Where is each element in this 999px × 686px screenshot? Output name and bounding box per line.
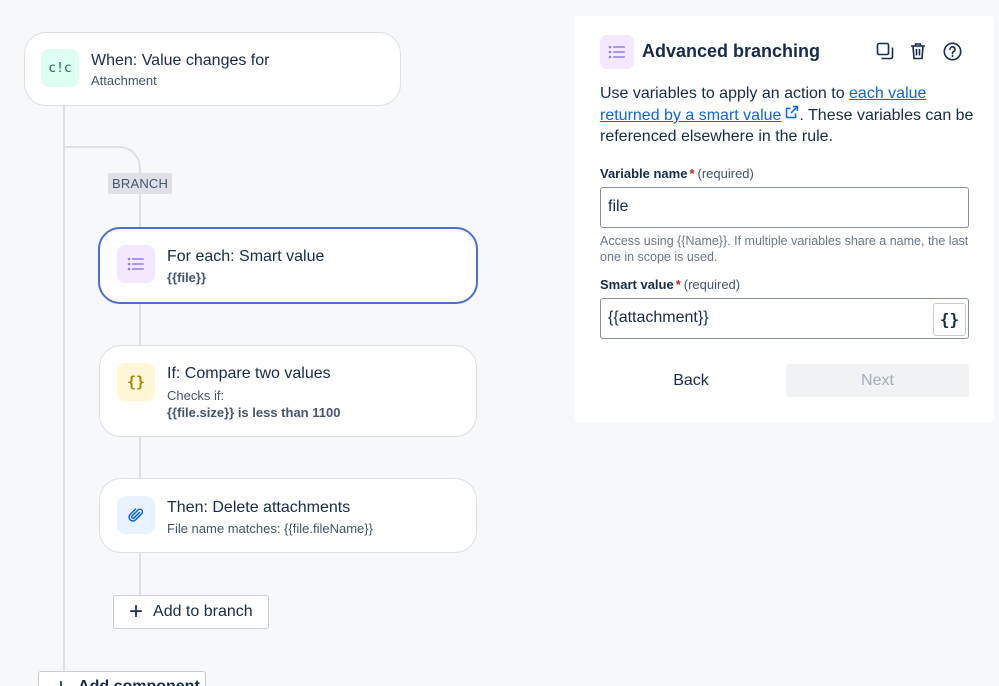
trigger-subtitle: Attachment: [91, 73, 157, 88]
smart-value-label: Smart value * (required): [600, 277, 740, 292]
advanced-branching-panel: Advanced branching Use variables to appl…: [575, 16, 994, 422]
action-subtitle: File name matches: {{file.fileName}}: [167, 521, 373, 536]
variable-name-label-text: Variable name: [600, 166, 688, 181]
condition-card[interactable]: {} If: Compare two values Checks if: {{f…: [99, 345, 477, 437]
required-asterisk: *: [689, 166, 695, 181]
desc-text-before: Use variables to apply an action to: [600, 85, 850, 102]
trigger-card[interactable]: c!c When: Value changes for Attachment: [24, 32, 401, 106]
trigger-title: When: Value changes for: [91, 52, 270, 69]
for-each-card[interactable]: For each: Smart value {{file}}: [98, 227, 478, 304]
curly-braces-icon: {}: [117, 363, 155, 401]
for-each-title: For each: Smart value: [167, 248, 325, 265]
branch-label: BRANCH: [108, 173, 173, 194]
add-component-button[interactable]: + Add component: [38, 671, 206, 686]
required-asterisk: *: [675, 277, 681, 292]
action-title: Then: Delete attachments: [167, 499, 351, 516]
smart-value-field[interactable]: {{attachment}}: [600, 298, 969, 339]
condition-title: If: Compare two values: [167, 365, 331, 382]
required-text: (required): [697, 166, 754, 181]
list-icon: [600, 35, 634, 69]
external-link-icon[interactable]: [785, 104, 799, 125]
add-component-label: Add component: [78, 678, 200, 686]
paperclip-icon: [117, 496, 155, 534]
main-connector-line: [63, 105, 65, 686]
panel-title: Advanced branching: [642, 41, 821, 61]
required-text: (required): [683, 277, 741, 292]
variable-name-field[interactable]: file: [600, 187, 969, 228]
plus-icon: +: [129, 598, 144, 625]
list-icon: [117, 245, 155, 283]
variable-name-label: Variable name * (required): [600, 166, 754, 181]
plus-icon: +: [54, 676, 68, 686]
panel-description: Use variables to apply an action to each…: [600, 83, 980, 147]
help-icon[interactable]: [941, 40, 963, 62]
next-button[interactable]: Next: [786, 364, 969, 397]
back-button[interactable]: Back: [600, 365, 782, 397]
add-to-branch-button[interactable]: + Add to branch: [113, 595, 269, 629]
trash-icon[interactable]: [907, 40, 929, 62]
action-card[interactable]: Then: Delete attachments File name match…: [99, 478, 477, 553]
condition-line2: {{file.size}} is less than 1100: [167, 405, 341, 420]
condition-line1: Checks if:: [167, 388, 225, 403]
value-change-icon: c!c: [41, 49, 79, 87]
for-each-subtitle: {{file}}: [167, 270, 207, 285]
variable-help-text: Access using {{Name}}. If multiple varia…: [600, 234, 969, 264]
smart-value-picker-button[interactable]: {}: [933, 303, 966, 336]
duplicate-icon[interactable]: [874, 40, 896, 62]
smart-value-label-text: Smart value: [600, 277, 674, 292]
add-to-branch-label: Add to branch: [153, 603, 253, 620]
